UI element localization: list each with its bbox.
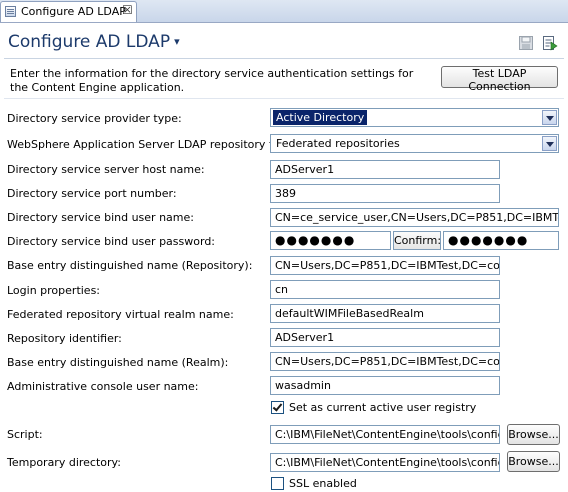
test-ldap-connection-button[interactable]: Test LDAP Connection: [441, 66, 558, 93]
repo-id-input[interactable]: ADServer1: [270, 328, 500, 347]
bind-user-label: Directory service bind user name:: [7, 211, 194, 224]
close-icon[interactable]: ☒: [122, 3, 133, 17]
login-props-input[interactable]: cn: [270, 280, 500, 299]
tab-label: Configure AD LDAP: [21, 5, 126, 18]
save-icon[interactable]: [519, 36, 533, 50]
repo-id-label: Repository identifier:: [7, 332, 122, 345]
editor-icon: [5, 6, 16, 17]
tab-configure-ad-ldap[interactable]: Configure AD LDAP ☒: [0, 1, 137, 22]
temp-dir-input[interactable]: C:\IBM\FileNet\ContentEngine\tools\confi…: [270, 453, 500, 472]
was-repo-type-select[interactable]: Federated repositories: [270, 134, 559, 153]
admin-user-input[interactable]: wasadmin: [270, 376, 500, 395]
script-label: Script:: [7, 428, 43, 441]
realm-name-label: Federated repository virtual realm name:: [7, 308, 234, 321]
bind-user-input[interactable]: CN=ce_service_user,CN=Users,DC=P851,DC=I…: [270, 208, 559, 227]
editor-tab-strip: Configure AD LDAP ☒: [0, 0, 568, 23]
page-title-text: Configure AD LDAP: [8, 32, 171, 52]
base-dn-realm-input[interactable]: CN=Users,DC=P851,DC=IBMTest,DC=com: [270, 352, 500, 371]
provider-type-label: Directory service provider type:: [7, 112, 182, 125]
base-dn-realm-label: Base entry distinguished name (Realm):: [7, 356, 229, 369]
page-title: Configure AD LDAP ▾: [8, 32, 180, 52]
temp-dir-label: Temporary directory:: [7, 456, 121, 469]
bind-password-label: Directory service bind user password:: [7, 235, 216, 248]
title-divider: [4, 58, 564, 59]
was-repo-type-label: WebSphere Application Server LDAP reposi…: [7, 138, 298, 151]
base-dn-repo-input[interactable]: CN=Users,DC=P851,DC=IBMTest,DC=com: [270, 256, 500, 275]
temp-dir-browse-button[interactable]: Browse...: [507, 451, 560, 472]
active-registry-label: Set as current active user registry: [289, 401, 477, 414]
script-browse-button[interactable]: Browse...: [507, 424, 560, 445]
host-name-input[interactable]: ADServer1: [270, 160, 500, 179]
provider-type-select[interactable]: Active Directory: [270, 108, 559, 127]
confirm-password-input[interactable]: ●●●●●●●: [443, 231, 559, 250]
ssl-enabled-checkbox[interactable]: [271, 477, 284, 490]
description-text: Enter the information for the directory …: [10, 67, 414, 94]
chevron-down-icon[interactable]: ▾: [174, 35, 180, 48]
realm-name-input[interactable]: defaultWIMFileBasedRealm: [270, 304, 500, 323]
script-input[interactable]: C:\IBM\FileNet\ContentEngine\tools\confi…: [270, 425, 500, 444]
chevron-down-icon[interactable]: [542, 136, 557, 151]
port-label: Directory service port number:: [7, 187, 177, 200]
ssl-enabled-label: SSL enabled: [289, 477, 357, 490]
provider-type-value: Active Directory: [273, 110, 368, 125]
admin-user-label: Administrative console user name:: [7, 380, 199, 393]
was-repo-type-value: Federated repositories: [276, 137, 400, 150]
confirm-label: Confirm:: [393, 231, 441, 250]
run-icon[interactable]: [542, 35, 558, 51]
active-registry-checkbox[interactable]: [271, 401, 284, 414]
port-input[interactable]: 389: [270, 184, 500, 203]
login-props-label: Login properties:: [7, 284, 101, 297]
bind-password-input[interactable]: ●●●●●●●: [270, 231, 391, 250]
host-name-label: Directory service server host name:: [7, 163, 205, 176]
form-divider: [4, 98, 564, 99]
base-dn-repo-label: Base entry distinguished name (Repositor…: [7, 259, 253, 272]
chevron-down-icon[interactable]: [542, 110, 557, 125]
